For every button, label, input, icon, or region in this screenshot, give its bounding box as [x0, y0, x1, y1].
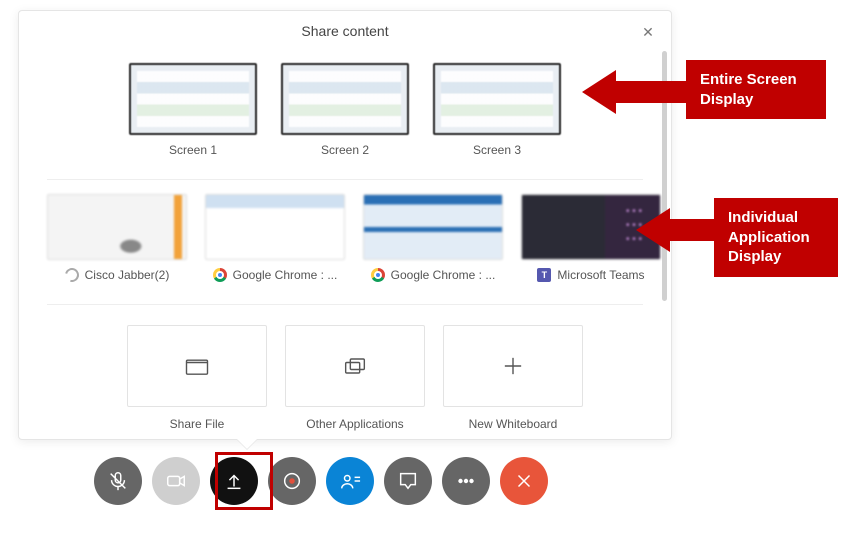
app-option-cisco-jabber[interactable]: Cisco Jabber(2) [47, 194, 187, 282]
share-content-panel: Share content ✕ Screen 1 Screen 2 Screen… [18, 10, 672, 440]
app-label: Microsoft Teams [557, 268, 644, 282]
app-thumbnail [363, 194, 503, 260]
close-icon[interactable]: ✕ [639, 23, 657, 41]
screen-label: Screen 1 [129, 143, 257, 157]
screen-option-2[interactable]: Screen 2 [281, 63, 409, 157]
close-icon [513, 470, 535, 492]
chat-icon [397, 470, 419, 492]
other-applications-button[interactable] [285, 325, 425, 407]
participants-button[interactable] [326, 457, 374, 505]
screen-option-1[interactable]: Screen 1 [129, 63, 257, 157]
callout-individual-app: Individual Application Display [714, 198, 838, 277]
camera-icon [165, 470, 187, 492]
participants-icon [339, 470, 361, 492]
plus-icon [499, 352, 527, 380]
app-option-chrome-2[interactable]: Google Chrome : ... [363, 194, 503, 282]
app-option-chrome-1[interactable]: Google Chrome : ... [205, 194, 345, 282]
app-caption: Google Chrome : ... [205, 268, 345, 282]
teams-icon [537, 268, 551, 282]
app-caption: Cisco Jabber(2) [47, 268, 187, 282]
screen-thumbnail [129, 63, 257, 135]
action-label: Other Applications [285, 417, 425, 431]
arrow-icon [636, 208, 670, 252]
more-options-button[interactable] [442, 457, 490, 505]
action-new-whiteboard-wrap: New Whiteboard [443, 325, 583, 431]
record-button[interactable] [268, 457, 316, 505]
share-file-button[interactable] [127, 325, 267, 407]
chrome-icon [371, 268, 385, 282]
screen-label: Screen 3 [433, 143, 561, 157]
mute-button[interactable] [94, 457, 142, 505]
mic-off-icon [107, 470, 129, 492]
jabber-icon [62, 268, 81, 282]
panel-header: Share content ✕ [19, 11, 671, 45]
arrow-shaft [616, 81, 688, 103]
meeting-toolbar [94, 457, 548, 505]
share-button[interactable] [210, 457, 258, 505]
end-call-button[interactable] [500, 457, 548, 505]
action-label: Share File [127, 417, 267, 431]
chat-button[interactable] [384, 457, 432, 505]
app-caption: Microsoft Teams [521, 268, 661, 282]
panel-title: Share content [301, 23, 388, 39]
app-label: Cisco Jabber(2) [85, 268, 170, 282]
screen-thumbnail [281, 63, 409, 135]
windows-stack-icon [341, 352, 369, 380]
screen-option-3[interactable]: Screen 3 [433, 63, 561, 157]
arrow-shaft [670, 219, 716, 241]
arrow-icon [582, 70, 616, 114]
action-share-file-wrap: Share File [127, 325, 267, 431]
app-label: Google Chrome : ... [233, 268, 338, 282]
video-button[interactable] [152, 457, 200, 505]
chrome-icon [213, 268, 227, 282]
new-whiteboard-button[interactable] [443, 325, 583, 407]
record-icon [281, 470, 303, 492]
actions-row: Share File Other Applications New Whiteb… [19, 305, 671, 431]
app-caption: Google Chrome : ... [363, 268, 503, 282]
app-label: Google Chrome : ... [391, 268, 496, 282]
action-other-apps-wrap: Other Applications [285, 325, 425, 431]
share-upload-icon [223, 470, 245, 492]
screen-thumbnail [433, 63, 561, 135]
app-thumbnail [47, 194, 187, 260]
screen-label: Screen 2 [281, 143, 409, 157]
callout-entire-screen: Entire Screen Display [686, 60, 826, 119]
screens-row: Screen 1 Screen 2 Screen 3 [19, 45, 671, 163]
applications-row: Cisco Jabber(2) Google Chrome : ... Goog… [19, 180, 671, 288]
more-icon [455, 470, 477, 492]
action-label: New Whiteboard [443, 417, 583, 431]
folder-icon [183, 352, 211, 380]
app-thumbnail [205, 194, 345, 260]
